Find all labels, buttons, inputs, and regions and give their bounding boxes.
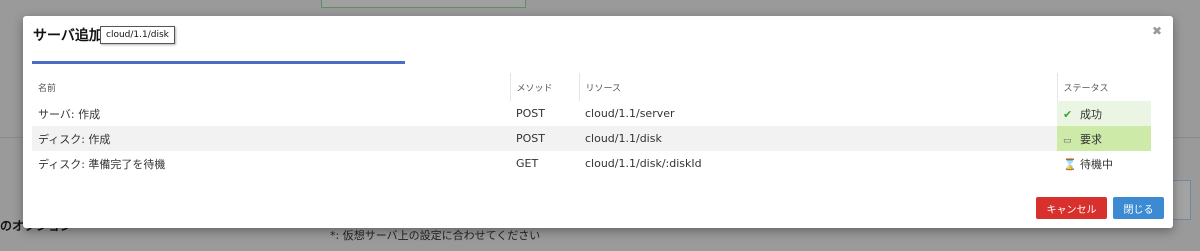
table-row: ディスク: 作成 POST cloud/1.1/disk ▭ 要求 [32, 126, 1151, 151]
row-resource: cloud/1.1/disk [579, 126, 1057, 151]
close-button[interactable]: 閉じる [1113, 197, 1164, 219]
column-header-resource: リソース [578, 73, 1057, 101]
status-label: 成功 [1080, 107, 1102, 121]
row-resource: cloud/1.1/server [585, 107, 675, 120]
progress-fill [32, 61, 406, 64]
status-label: 要求 [1080, 132, 1102, 146]
progress-bar [32, 61, 1163, 64]
resource-tooltip: cloud/1.1/disk [100, 26, 175, 44]
row-method: POST [516, 107, 545, 120]
cancel-button[interactable]: キャンセル [1036, 197, 1107, 219]
background-panel [321, 0, 526, 8]
table-row: サーバ: 作成 POST cloud/1.1/server ✔ 成功 [32, 101, 1151, 126]
row-name: ディスク: 作成 [32, 126, 510, 151]
progress-dots-icon: ▭ [1063, 135, 1072, 146]
row-status: ✔ 成功 [1057, 101, 1151, 126]
column-header-status: ステータス [1056, 73, 1151, 101]
row-method: GET [516, 157, 539, 170]
row-status: ⌛ 待機中 [1057, 151, 1151, 176]
status-label: 待機中 [1080, 157, 1113, 171]
hourglass-icon: ⌛ [1063, 157, 1077, 171]
close-icon[interactable]: ✖ [1152, 24, 1162, 38]
job-table: 名前 メソッド リソース ステータス サーバ: 作成 POST cloud/1.… [32, 73, 1151, 176]
row-status: ▭ 要求 [1057, 126, 1151, 151]
table-row: ディスク: 準備完了を待機 GET cloud/1.1/disk/:diskId… [32, 151, 1151, 176]
column-header-method: メソッド [509, 73, 579, 101]
row-name: サーバ: 作成 [38, 107, 101, 121]
row-resource: cloud/1.1/disk/:diskId [585, 157, 702, 170]
checkmark-icon: ✔ [1063, 107, 1073, 121]
background-note: *: 仮想サーバ上の設定に合わせてください [330, 229, 541, 242]
dialog-title: サーバ追加 [33, 28, 103, 44]
add-server-dialog: サーバ追加 cloud/1.1/disk ✖ 名前 メソッド リソース ステータ… [23, 16, 1173, 228]
row-method: POST [510, 126, 579, 151]
table-header-row: 名前 メソッド リソース ステータス [32, 73, 1151, 101]
row-name: ディスク: 準備完了を待機 [38, 157, 166, 171]
column-header-name: 名前 [38, 83, 57, 94]
